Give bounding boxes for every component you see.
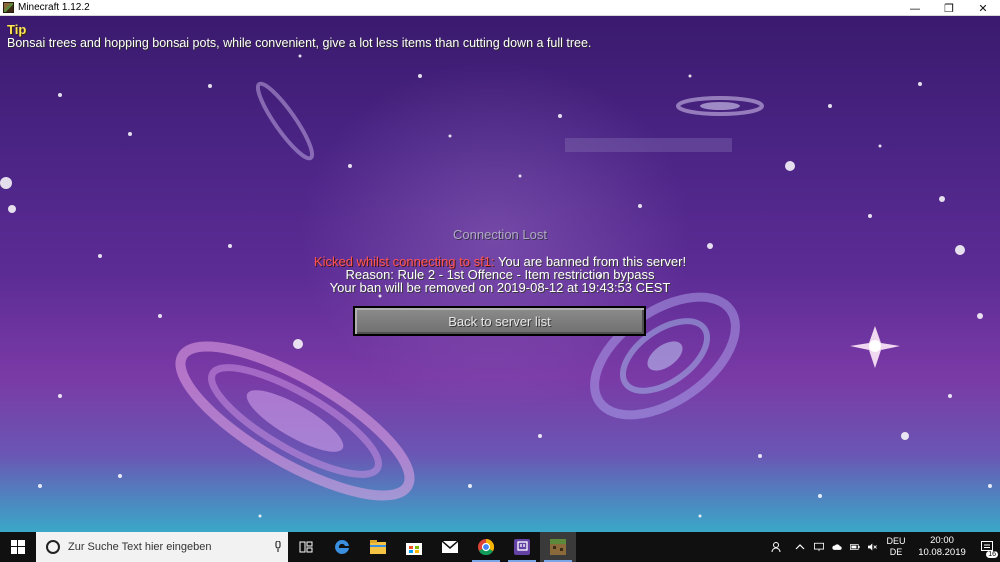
window-titlebar[interactable]: Minecraft 1.12.2 — ❐ ✕ bbox=[0, 0, 1000, 16]
microphone-icon[interactable] bbox=[268, 532, 288, 562]
notification-count-badge: 16 bbox=[986, 551, 998, 558]
minimize-button[interactable]: — bbox=[898, 0, 932, 16]
edge-icon[interactable] bbox=[324, 532, 360, 562]
windows-taskbar: Zur Suche Text hier eingeben DEU DE 20:0… bbox=[0, 532, 1000, 562]
cortana-icon bbox=[46, 540, 60, 554]
ban-expiry: Your ban will be removed on 2019-08-12 a… bbox=[329, 280, 671, 295]
input-language[interactable]: DEU DE bbox=[882, 532, 910, 562]
close-button[interactable]: ✕ bbox=[966, 0, 1000, 16]
minecraft-app-icon bbox=[3, 2, 14, 13]
volume-muted-icon[interactable] bbox=[864, 532, 882, 562]
taskbar-search-box[interactable]: Zur Suche Text hier eingeben bbox=[36, 532, 288, 562]
galaxy-swirl-top-left bbox=[255, 81, 315, 161]
task-view-icon[interactable] bbox=[288, 532, 324, 562]
window-title: Minecraft 1.12.2 bbox=[18, 2, 90, 13]
mail-icon[interactable] bbox=[432, 532, 468, 562]
tip-heading: Tip bbox=[7, 22, 27, 37]
start-button[interactable] bbox=[0, 532, 36, 562]
display-icon[interactable] bbox=[810, 532, 828, 562]
galaxy-swirl-top-right bbox=[676, 96, 764, 116]
window-controls: — ❐ ✕ bbox=[898, 0, 1000, 16]
clock-time: 20:00 bbox=[930, 535, 954, 546]
faint-panel bbox=[565, 138, 732, 152]
twitch-icon[interactable] bbox=[504, 532, 540, 562]
system-tray: DEU DE 20:00 10.08.2019 16 bbox=[764, 532, 1000, 562]
onedrive-icon[interactable] bbox=[828, 532, 846, 562]
keyboard-layout: DE bbox=[889, 547, 903, 557]
store-icon[interactable] bbox=[396, 532, 432, 562]
people-icon[interactable] bbox=[764, 532, 790, 562]
file-explorer-icon[interactable] bbox=[360, 532, 396, 562]
clock-date: 10.08.2019 bbox=[918, 547, 966, 558]
battery-icon[interactable] bbox=[846, 532, 864, 562]
sparkle-star bbox=[850, 326, 900, 368]
clock[interactable]: 20:00 10.08.2019 bbox=[910, 532, 974, 562]
tip-text: Bonsai trees and hopping bonsai pots, wh… bbox=[7, 36, 592, 50]
search-placeholder: Zur Suche Text hier eingeben bbox=[68, 541, 212, 553]
connection-lost-title: Connection Lost bbox=[453, 227, 547, 242]
language-code: DEU bbox=[886, 536, 906, 546]
maximize-button[interactable]: ❐ bbox=[932, 0, 966, 16]
galaxy-swirl-right bbox=[590, 292, 740, 420]
chrome-icon[interactable] bbox=[468, 532, 504, 562]
back-to-server-list-button[interactable]: Back to server list bbox=[353, 306, 646, 336]
windows-logo-icon bbox=[11, 540, 25, 554]
game-viewport: Tip Bonsai trees and hopping bonsai pots… bbox=[0, 16, 1000, 532]
action-center-button[interactable]: 16 bbox=[974, 532, 1000, 562]
galaxy-swirl-bottom-left bbox=[175, 341, 415, 501]
chevron-up-icon[interactable] bbox=[790, 532, 810, 562]
minecraft-taskbar-icon[interactable] bbox=[540, 532, 576, 562]
